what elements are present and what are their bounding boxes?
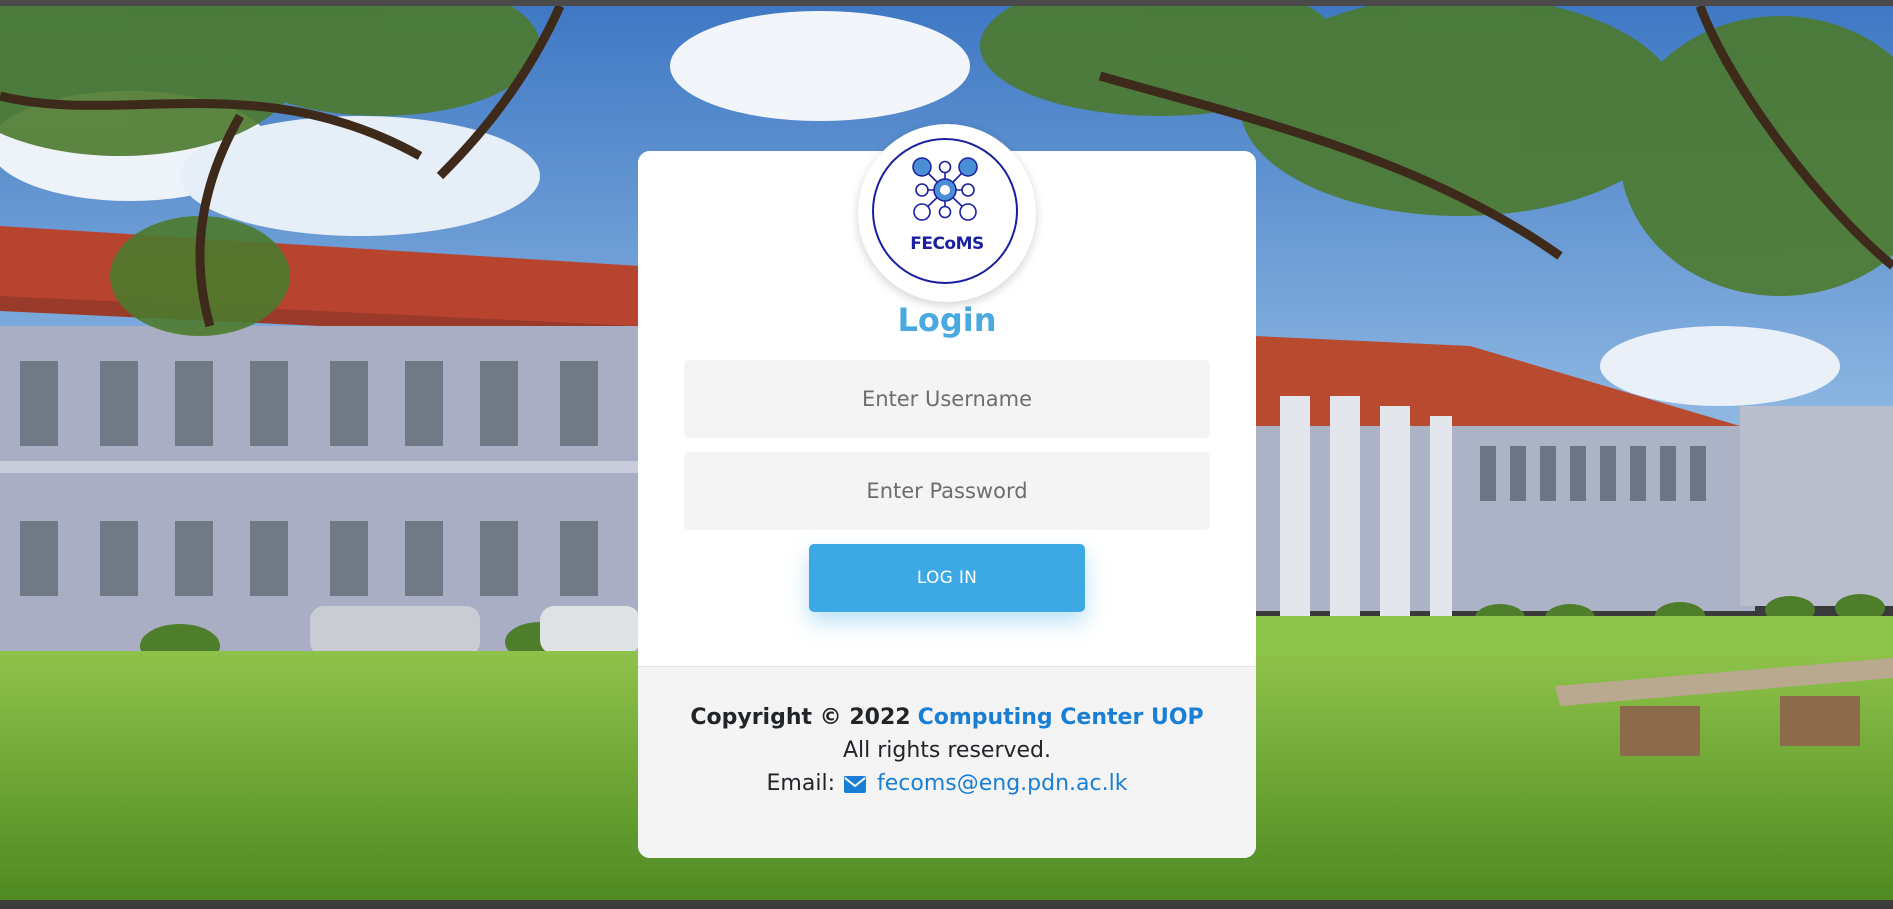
username-input[interactable] [684,360,1210,438]
window-bottom-bar [0,900,1893,909]
fecoms-logo: FECoMS [858,124,1036,302]
email-link[interactable]: fecoms@eng.pdn.ac.lk [877,771,1127,796]
email-label: Email: [766,771,835,796]
logo-text: FECoMS [910,234,984,254]
email-line: Email: fecoms@eng.pdn.ac.lk [638,771,1256,799]
login-button[interactable]: LOG IN [809,544,1085,612]
computing-center-link[interactable]: Computing Center UOP [918,705,1204,730]
password-input[interactable] [684,452,1210,530]
network-nodes-icon [912,157,978,221]
copyright-text: Copyright © 2022 [690,705,911,730]
envelope-icon [843,774,866,799]
logo-emblem: FECoMS [872,138,1018,284]
copyright-line: Copyright © 2022 Computing Center UOP [638,705,1256,730]
rights-text: All rights reserved. [842,738,1052,763]
login-title: Login [897,301,997,339]
card-footer: Copyright © 2022 Computing Center UOP Al… [638,666,1256,858]
